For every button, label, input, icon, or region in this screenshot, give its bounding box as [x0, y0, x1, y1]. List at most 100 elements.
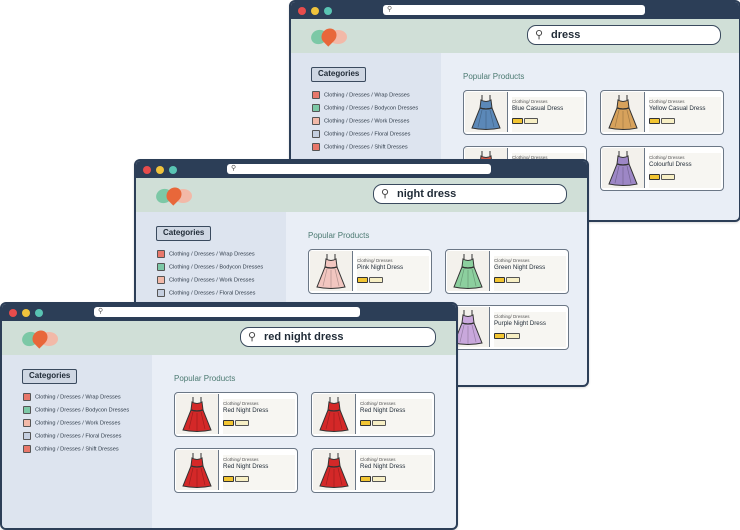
product-info: Clothing/ Dresses Green Night Dress — [494, 256, 566, 291]
product-name[interactable]: Yellow Casual Dress — [649, 105, 706, 112]
product-name[interactable]: Blue Casual Dress — [512, 105, 563, 112]
close-window-button[interactable] — [9, 309, 17, 317]
categories-button[interactable]: Categories — [22, 369, 78, 384]
category-item[interactable]: Clothing / Dresses / Bodycon Dresses — [312, 104, 418, 117]
close-window-button[interactable] — [143, 166, 151, 174]
details-button[interactable] — [661, 174, 675, 180]
search-query[interactable]: dress — [551, 27, 580, 43]
dress-icon[interactable] — [310, 251, 353, 291]
product-card[interactable]: Clothing/ Dresses Colourful Dress — [600, 146, 724, 191]
product-info: Clothing/ Dresses Red Night Dress — [360, 399, 432, 434]
dress-icon[interactable] — [602, 92, 645, 132]
dress-icon[interactable] — [176, 450, 219, 490]
product-card[interactable]: Clothing/ Dresses Purple Night Dress — [445, 305, 569, 350]
product-card[interactable]: Clothing/ Dresses Red Night Dress — [311, 448, 435, 493]
product-info: Clothing/ Dresses Red Night Dress — [223, 399, 295, 434]
maximize-window-button[interactable] — [324, 7, 332, 15]
product-card[interactable]: Clothing/ Dresses Red Night Dress — [174, 448, 298, 493]
details-button[interactable] — [661, 118, 675, 124]
details-button[interactable] — [369, 277, 383, 283]
details-button[interactable] — [372, 420, 386, 426]
buy-button[interactable] — [649, 118, 660, 124]
category-item[interactable]: Clothing / Dresses / Wrap Dresses — [312, 91, 418, 104]
dress-icon[interactable] — [313, 450, 356, 490]
details-button[interactable] — [235, 420, 249, 426]
category-item[interactable]: Clothing / Dresses / Floral Dresses — [157, 289, 263, 302]
buy-button[interactable] — [360, 420, 371, 426]
buy-button[interactable] — [223, 420, 234, 426]
product-name[interactable]: Red Night Dress — [360, 463, 405, 470]
details-button[interactable] — [506, 277, 520, 283]
product-card[interactable]: Clothing/ Dresses Pink Night Dress — [308, 249, 432, 294]
product-card[interactable]: Clothing/ Dresses Blue Casual Dress — [463, 90, 587, 135]
details-button[interactable] — [372, 476, 386, 482]
category-swatch-icon — [23, 393, 31, 401]
buy-button[interactable] — [649, 174, 660, 180]
category-item[interactable]: Clothing / Dresses / Shift Dresses — [312, 143, 418, 156]
category-label: Clothing / Dresses / Bodycon Dresses — [169, 264, 264, 271]
product-info: Clothing/ Dresses Blue Casual Dress — [512, 97, 584, 132]
product-card[interactable]: Clothing/ Dresses Green Night Dress — [445, 249, 569, 294]
buy-button[interactable] — [223, 476, 234, 482]
address-bar[interactable]: ⚲ — [383, 5, 645, 15]
site-logo[interactable] — [309, 25, 347, 47]
product-name[interactable]: Pink Night Dress — [357, 264, 403, 271]
minimize-window-button[interactable] — [311, 7, 319, 15]
product-card[interactable]: Clothing/ Dresses Red Night Dress — [311, 392, 435, 437]
category-item[interactable]: Clothing / Dresses / Work Dresses — [157, 276, 263, 289]
dress-icon[interactable] — [447, 251, 490, 291]
product-info: Clothing/ Dresses Purple Night Dress — [494, 312, 566, 347]
buy-button[interactable] — [360, 476, 371, 482]
details-button[interactable] — [524, 118, 538, 124]
product-name[interactable]: Colourful Dress — [649, 161, 692, 168]
address-bar[interactable]: ⚲ — [227, 164, 491, 174]
details-button[interactable] — [506, 333, 520, 339]
category-item[interactable]: Clothing / Dresses / Floral Dresses — [312, 130, 418, 143]
product-card[interactable]: Clothing/ Dresses Red Night Dress — [174, 392, 298, 437]
category-item[interactable]: Clothing / Dresses / Wrap Dresses — [157, 250, 263, 263]
product-info: Clothing/ Dresses Yellow Casual Dress — [649, 97, 721, 132]
category-item[interactable]: Clothing / Dresses / Shift Dresses — [23, 445, 129, 458]
buy-button[interactable] — [494, 277, 505, 283]
product-name[interactable]: Red Night Dress — [223, 407, 268, 414]
category-item[interactable]: Clothing / Dresses / Floral Dresses — [23, 432, 129, 445]
search-query[interactable]: red night dress — [264, 329, 343, 345]
product-name[interactable]: Red Night Dress — [360, 407, 405, 414]
categories-button[interactable]: Categories — [311, 67, 367, 82]
close-window-button[interactable] — [298, 7, 306, 15]
maximize-window-button[interactable] — [35, 309, 43, 317]
dress-icon[interactable] — [602, 148, 645, 188]
site-header: ⚲ red night dress — [2, 321, 456, 355]
category-item[interactable]: Clothing / Dresses / Work Dresses — [23, 419, 129, 432]
details-button[interactable] — [235, 476, 249, 482]
product-name[interactable]: Green Night Dress — [494, 264, 545, 271]
title-bar: ⚲ — [136, 161, 587, 178]
search-box[interactable]: ⚲ red night dress — [240, 327, 436, 347]
dress-icon[interactable] — [176, 394, 219, 434]
product-info: Clothing/ Dresses Red Night Dress — [360, 455, 432, 490]
buy-button[interactable] — [512, 118, 523, 124]
buy-button[interactable] — [494, 333, 505, 339]
category-item[interactable]: Clothing / Dresses / Work Dresses — [312, 117, 418, 130]
search-box[interactable]: ⚲ night dress — [373, 184, 567, 204]
category-label: Clothing / Dresses / Shift Dresses — [35, 446, 119, 453]
product-name[interactable]: Purple Night Dress — [494, 320, 546, 327]
search-box[interactable]: ⚲ dress — [527, 25, 721, 45]
category-item[interactable]: Clothing / Dresses / Bodycon Dresses — [23, 406, 129, 419]
site-logo[interactable] — [154, 184, 192, 206]
product-card[interactable]: Clothing/ Dresses Yellow Casual Dress — [600, 90, 724, 135]
category-item[interactable]: Clothing / Dresses / Wrap Dresses — [23, 393, 129, 406]
dress-icon[interactable] — [465, 92, 508, 132]
maximize-window-button[interactable] — [169, 166, 177, 174]
site-logo[interactable] — [20, 327, 58, 349]
category-item[interactable]: Clothing / Dresses / Bodycon Dresses — [157, 263, 263, 276]
dress-icon[interactable] — [313, 394, 356, 434]
address-bar[interactable]: ⚲ — [94, 307, 360, 317]
search-query[interactable]: night dress — [397, 186, 456, 202]
minimize-window-button[interactable] — [22, 309, 30, 317]
buy-button[interactable] — [357, 277, 368, 283]
product-name[interactable]: Red Night Dress — [223, 463, 268, 470]
product-info: Clothing/ Dresses Red Night Dress — [223, 455, 295, 490]
categories-button[interactable]: Categories — [156, 226, 212, 241]
minimize-window-button[interactable] — [156, 166, 164, 174]
